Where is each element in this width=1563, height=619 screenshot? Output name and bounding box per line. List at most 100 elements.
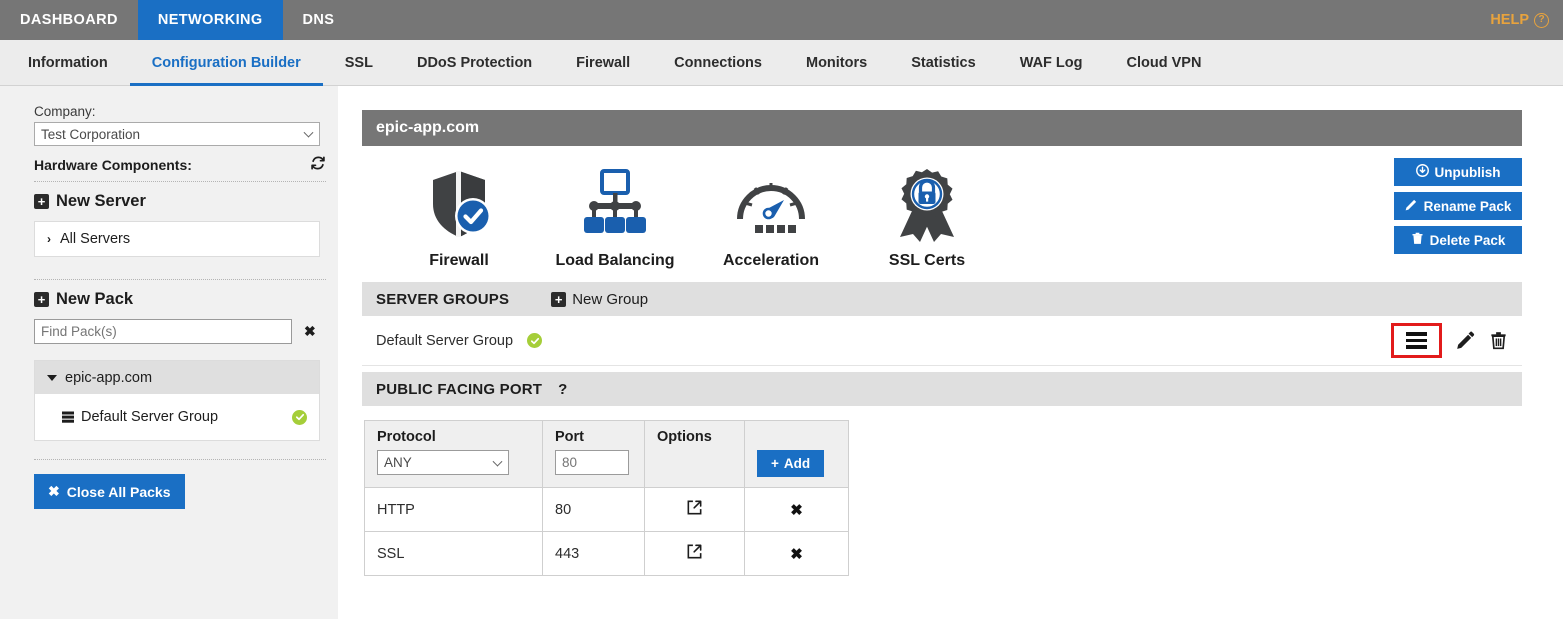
table-row: SSL 443 ✖ [364,531,849,576]
status-online-icon [527,333,543,348]
list-icon[interactable] [1406,332,1427,349]
company-select-value: Test Corporation [41,126,141,142]
hardware-components-label: Hardware Components: [34,156,192,173]
chevron-down-icon [303,127,314,138]
speedometer-icon [732,160,810,248]
help-button[interactable]: HELP ? [1480,0,1563,40]
cell-protocol: SSL [364,531,543,576]
refresh-icon[interactable] [310,155,326,174]
pack-tree: epic-app.com Default Server Group [34,360,320,441]
topnav-item-dns[interactable]: DNS [283,0,355,40]
pack-tree-body: Default Server Group [35,394,319,440]
public-facing-port-title: PUBLIC FACING PORT [376,380,543,398]
main-content: epic-app.com Firewall Load Balancing Acc… [338,86,1563,619]
pencil-icon[interactable] [1456,331,1475,350]
protocol-select-value: ANY [384,455,412,470]
pack-tree-header[interactable]: epic-app.com [35,361,319,394]
column-header-label: Port [555,429,584,445]
topnav-item-networking[interactable]: NETWORKING [137,0,283,40]
x-icon[interactable]: ✖ [790,546,803,563]
new-pack-button[interactable]: + New Pack [34,290,320,309]
column-header-label: Options [657,429,712,445]
close-all-packs-label: Close All Packs [66,483,171,500]
plus-icon: + [771,456,779,471]
table-row: HTTP 80 ✖ [364,487,849,532]
column-actions: . + Add [744,420,849,488]
tab-monitors[interactable]: Monitors [784,40,889,85]
new-group-button[interactable]: + New Group [551,291,648,308]
pack-actions: Unpublish Rename Pack Delete Pack [1394,158,1522,254]
feature-ssl-certs[interactable]: SSL Certs [852,160,1002,270]
port-input[interactable] [555,450,629,475]
cell-port: 443 [542,531,645,576]
server-group-name: Default Server Group [376,332,514,349]
tab-statistics[interactable]: Statistics [889,40,997,85]
topnav-spacer [354,0,1480,40]
question-circle-icon: ? [1534,12,1549,28]
company-label: Company: [34,104,96,119]
page-body: Company: Test Corporation Hardware Compo… [0,86,1563,619]
new-server-button[interactable]: + New Server [34,192,320,211]
tab-ddos-protection[interactable]: DDoS Protection [395,40,554,85]
sidebar-item-all-servers[interactable]: › All Servers [35,222,319,256]
feature-label: Acceleration [722,252,820,269]
topnav-item-dashboard[interactable]: DASHBOARD [0,0,138,40]
external-link-icon[interactable] [686,499,703,516]
pack-name-label: epic-app.com [65,369,153,386]
table-header-row: Protocol ANY Port Options [364,420,849,488]
rename-pack-button[interactable]: Rename Pack [1394,192,1522,220]
cell-options [644,487,745,532]
column-port: Port [542,420,645,488]
column-options: Options [644,420,745,488]
x-icon: ✖ [48,483,60,499]
find-pack-row: ✖ [34,319,320,344]
delete-pack-button[interactable]: Delete Pack [1394,226,1522,254]
add-port-button[interactable]: + Add [757,450,825,477]
divider-3 [34,459,326,460]
sidebar-item-default-server-group[interactable]: Default Server Group [35,402,319,432]
status-online-icon [292,409,307,425]
add-label: Add [783,456,811,471]
cell-remove: ✖ [744,531,849,576]
feature-acceleration[interactable]: Acceleration [696,160,846,270]
column-header-label: Protocol [377,429,436,445]
unpublish-button[interactable]: Unpublish [1394,158,1522,186]
all-servers-box: › All Servers [34,221,320,257]
rename-pack-label: Rename Pack [1423,198,1512,214]
tab-information[interactable]: Information [6,40,130,85]
server-group-icon [61,410,75,424]
cell-options [644,531,745,576]
tab-firewall[interactable]: Firewall [554,40,652,85]
all-servers-label: All Servers [60,231,131,247]
feature-icons-row: Firewall Load Balancing Acceleration SSL… [362,146,1522,276]
protocol-select[interactable]: ANY [377,450,509,475]
feature-load-balancing[interactable]: Load Balancing [540,160,690,270]
shield-check-icon [420,160,498,248]
feature-label: Load Balancing [555,252,675,269]
new-server-label: New Server [56,192,146,210]
panel-title: epic-app.com [362,110,1522,146]
chevron-down-icon [47,374,57,381]
plus-icon: + [551,291,567,307]
unpublish-icon [1415,164,1429,180]
external-link-icon[interactable] [686,543,703,560]
trash-icon[interactable] [1489,331,1508,350]
x-icon[interactable]: ✖ [790,502,803,519]
tab-ssl[interactable]: SSL [323,40,395,85]
tab-connections[interactable]: Connections [652,40,784,85]
tab-configuration-builder[interactable]: Configuration Builder [129,40,323,86]
divider [34,181,326,182]
close-all-packs-button[interactable]: ✖ Close All Packs [34,474,185,509]
help-question-icon[interactable]: ? [558,381,567,398]
feature-firewall[interactable]: Firewall [384,160,534,270]
pack-panel: epic-app.com Firewall Load Balancing Acc… [362,110,1522,576]
find-pack-input[interactable] [34,319,292,344]
public-facing-port-table: Protocol ANY Port Options [364,420,849,576]
pencil-icon [1405,198,1418,214]
clear-x-icon[interactable]: ✖ [304,323,316,340]
tab-waf-log[interactable]: WAF Log [998,40,1105,85]
list-icon-highlight [1391,323,1442,358]
tab-cloud-vpn[interactable]: Cloud VPN [1105,40,1224,85]
company-select[interactable]: Test Corporation [34,122,320,146]
sidebar: Company: Test Corporation Hardware Compo… [0,86,338,619]
